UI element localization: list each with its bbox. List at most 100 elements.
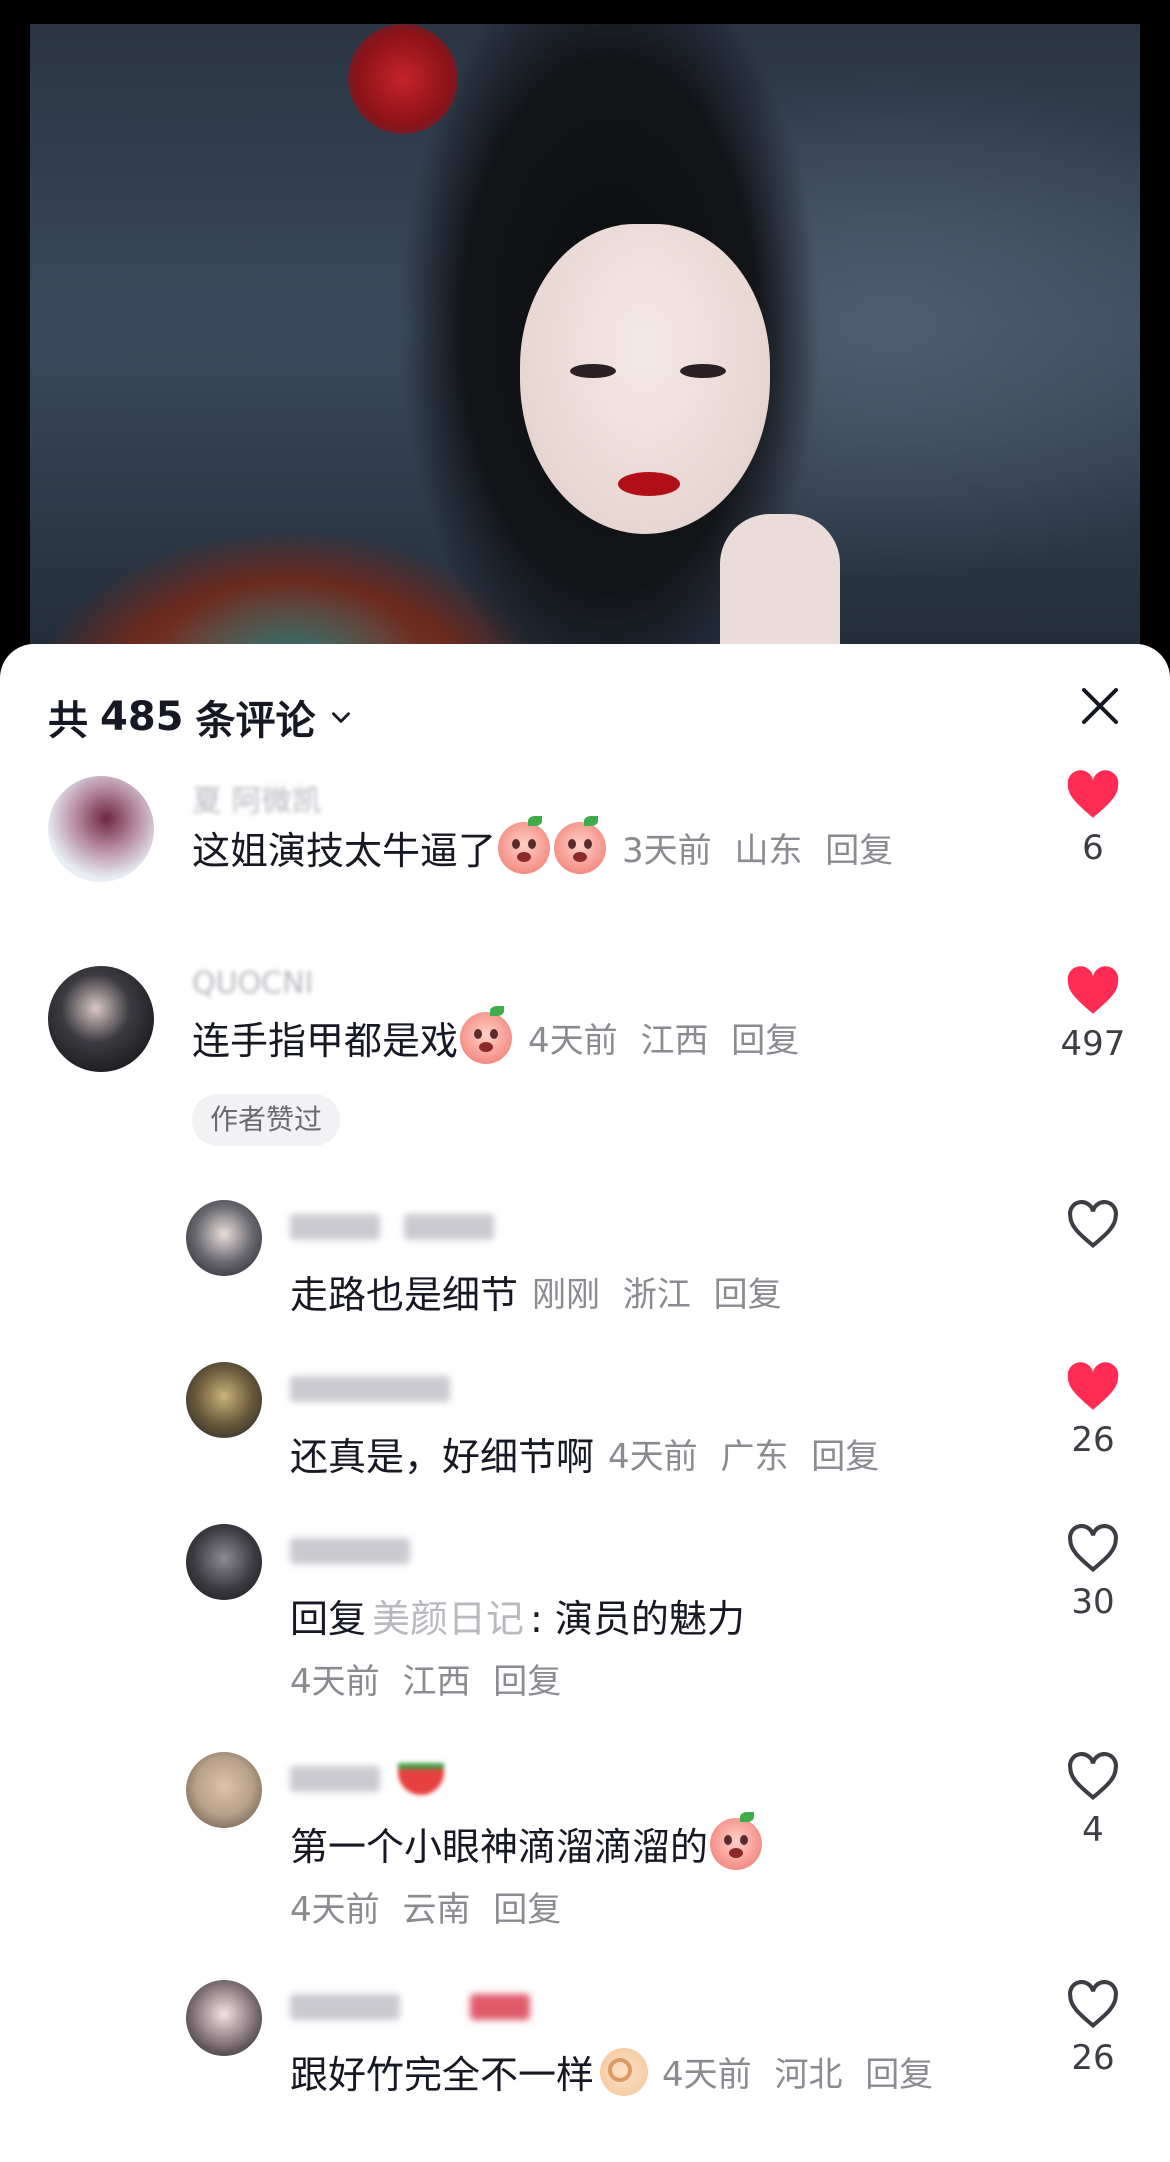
shocked-peach-emoji-icon	[554, 815, 607, 874]
like-count: 4	[1082, 1810, 1104, 1850]
reply-location: 广东	[720, 1437, 789, 1477]
heart-filled-icon	[1067, 770, 1119, 818]
comment-location: 山东	[734, 831, 803, 871]
reply-text: 走路也是细节	[290, 1273, 519, 1317]
author-liked-badge: 作者赞过	[192, 1094, 341, 1146]
reply-button[interactable]: 回复	[493, 1890, 561, 1930]
like-count: 26	[1071, 1420, 1115, 1460]
comment-sheet: 共 485 条评论 夏 阿微凯 这姐演技太牛逼了 3天前 山东 回复 6 QUO…	[0, 644, 1170, 2162]
avatar[interactable]	[186, 1752, 262, 1828]
video-player[interactable]	[0, 0, 1170, 700]
comment-text: 连手指甲都是戏	[192, 1019, 459, 1063]
reply-location: 浙江	[622, 1275, 691, 1315]
chevron-down-icon	[331, 712, 350, 723]
heart-outline-icon	[1068, 1200, 1118, 1249]
comment-count-dropdown[interactable]: 共 485 条评论	[48, 688, 354, 746]
like-button[interactable]: 26	[1058, 1362, 1128, 1460]
reply-button[interactable]: 回复	[731, 1021, 799, 1061]
hair-flower-decoration	[348, 24, 458, 134]
reply-text: 跟好竹完全不一样	[290, 2053, 595, 2097]
comment-count-prefix: 共	[48, 698, 88, 744]
reply-item: 回复 美颜日记 : 演员的魅力 4天前 江西 回复 30	[0, 1524, 1170, 1704]
comment-item: 夏 阿微凯 这姐演技太牛逼了 3天前 山东 回复 6	[0, 770, 1170, 906]
heart-filled-icon	[1067, 1362, 1119, 1410]
reply-text: 还真是，好细节啊	[290, 1435, 595, 1479]
ok-hand-emoji-icon	[600, 2047, 649, 2096]
reply-location: 云南	[402, 1890, 471, 1930]
reply-username[interactable]	[290, 1988, 530, 2023]
like-button[interactable]: 26	[1058, 1980, 1128, 2078]
figure-eye	[680, 364, 726, 378]
comment-text: 这姐演技太牛逼了	[192, 829, 497, 873]
reply-time: 4天前	[608, 1437, 698, 1477]
reply-username[interactable]	[290, 1760, 444, 1795]
like-count: 26	[1071, 2038, 1115, 2078]
reply-username[interactable]	[290, 1532, 410, 1567]
avatar[interactable]	[186, 1362, 262, 1438]
reply-text-row: 还真是，好细节啊 4天前 广东 回复	[290, 1426, 891, 1481]
reply-meta: 4天前 河北 回复	[662, 2047, 945, 2096]
avatar[interactable]	[186, 1200, 262, 1276]
close-icon[interactable]	[1076, 682, 1124, 730]
like-button[interactable]: 497	[1058, 966, 1128, 1064]
reply-item: 第一个小眼神滴溜滴溜的 4天前 云南 回复 4	[0, 1752, 1170, 1932]
reply-text-row: 回复 美颜日记 : 演员的魅力	[290, 1588, 745, 1643]
figure-eye	[570, 364, 616, 378]
reply-username[interactable]	[290, 1208, 494, 1243]
reply-button[interactable]: 回复	[865, 2055, 933, 2095]
reply-time: 4天前	[662, 2055, 752, 2095]
reply-username[interactable]	[290, 1370, 450, 1405]
avatar[interactable]	[186, 1980, 262, 2056]
comment-count-number: 485	[100, 694, 184, 740]
reply-button[interactable]: 回复	[493, 1662, 561, 1702]
like-count: 30	[1071, 1582, 1115, 1622]
like-button[interactable]: 4	[1058, 1752, 1128, 1850]
reply-meta: 刚刚 浙江 回复	[532, 1267, 794, 1316]
comment-sheet-header: 共 485 条评论	[0, 644, 1170, 754]
reply-button[interactable]: 回复	[714, 1275, 782, 1315]
comment-item: QUOCNI 连手指甲都是戏 4天前 江西 回复 作者赞过 497	[0, 966, 1170, 1146]
like-button[interactable]: 6	[1058, 770, 1128, 868]
reply-meta: 4天前 江西 回复	[290, 1654, 573, 1703]
reply-time: 4天前	[290, 1890, 380, 1930]
peach-emoji-icon	[710, 1811, 763, 1870]
reply-text: : 演员的魅力	[530, 1597, 745, 1641]
video-frame	[30, 24, 1140, 700]
comment-count-suffix: 条评论	[195, 698, 316, 744]
avatar[interactable]	[186, 1524, 262, 1600]
like-button[interactable]: 30	[1058, 1524, 1128, 1622]
heart-filled-icon	[1067, 966, 1119, 1014]
comment-username[interactable]: QUOCNI	[192, 966, 313, 1001]
shocked-peach-emoji-icon	[498, 815, 551, 874]
reply-item: 跟好竹完全不一样 4天前 河北 回复 26	[0, 1980, 1170, 2120]
heart-outline-icon	[1068, 1980, 1118, 2029]
comment-meta: 4天前 江西 回复	[528, 1013, 811, 1062]
comment-time: 3天前	[622, 831, 712, 871]
like-count: 6	[1082, 828, 1104, 868]
reply-item: 还真是，好细节啊 4天前 广东 回复 26	[0, 1362, 1170, 1482]
reply-button[interactable]: 回复	[825, 831, 893, 871]
reply-target-username[interactable]: 美颜日记	[372, 1588, 524, 1643]
reply-text: 第一个小眼神滴溜滴溜的	[290, 1825, 709, 1869]
comment-text-row: 连手指甲都是戏 4天前 江西 回复	[192, 1005, 811, 1065]
comment-time: 4天前	[528, 1021, 618, 1061]
reply-location: 河北	[774, 2055, 843, 2095]
like-button[interactable]	[1058, 1200, 1128, 1258]
reply-text-row: 跟好竹完全不一样 4天前 河北 回复	[290, 2044, 945, 2099]
reply-button[interactable]: 回复	[811, 1437, 879, 1477]
avatar[interactable]	[48, 776, 154, 882]
heart-outline-icon	[1068, 1524, 1118, 1573]
reply-item: 走路也是细节 刚刚 浙江 回复	[0, 1200, 1170, 1320]
like-count: 497	[1060, 1024, 1126, 1064]
reply-time: 4天前	[290, 1662, 380, 1702]
avatar[interactable]	[48, 966, 154, 1072]
comment-meta: 3天前 山东 回复	[622, 823, 905, 872]
reply-location: 江西	[402, 1662, 471, 1702]
reply-text-row: 走路也是细节 刚刚 浙江 回复	[290, 1264, 794, 1319]
comment-text-row: 这姐演技太牛逼了 3天前 山东 回复	[192, 815, 905, 875]
reply-text-row: 第一个小眼神滴溜滴溜的	[290, 1811, 764, 1871]
reply-prefix: 回复	[290, 1597, 367, 1641]
comment-username[interactable]: 夏 阿微凯	[192, 776, 322, 820]
reply-time: 刚刚	[532, 1275, 601, 1315]
watermelon-emoji-icon	[397, 1762, 444, 1795]
